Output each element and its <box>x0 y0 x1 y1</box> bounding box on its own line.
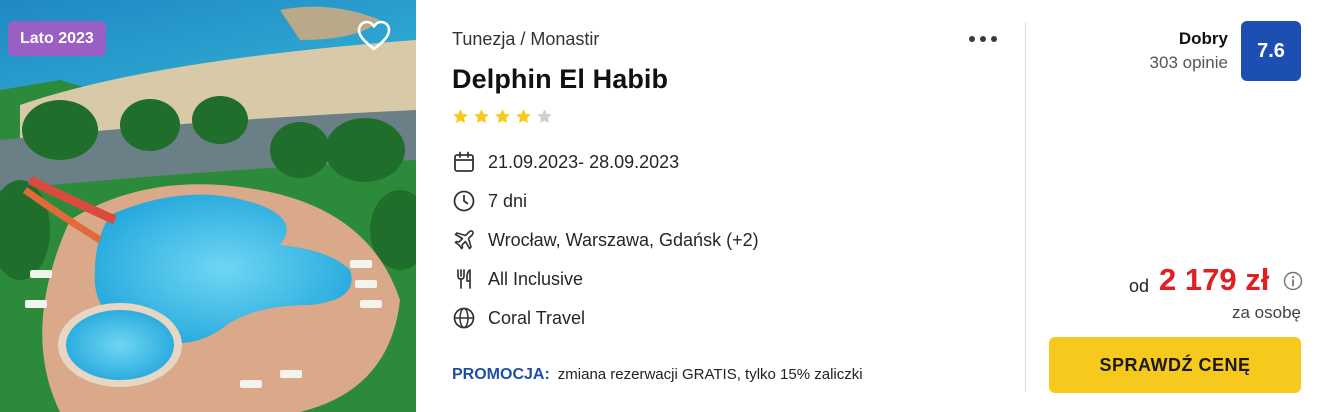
plane-icon <box>454 230 474 250</box>
operator-text: Coral Travel <box>488 307 586 328</box>
board-text: All Inclusive <box>488 268 584 289</box>
star-filled-icon <box>453 109 468 124</box>
price-info-button[interactable] <box>1283 271 1303 291</box>
heart-icon <box>357 20 391 51</box>
hotel-photo-image <box>0 0 416 412</box>
price-prefix: od <box>1129 276 1150 296</box>
globe-icon <box>453 307 475 329</box>
hotel-name[interactable]: Delphin El Habib <box>452 64 668 95</box>
star-rating <box>452 108 553 125</box>
promo-line: PROMOCJA: zmiana rezerwacji GRATIS, tylko… <box>452 366 863 384</box>
more-options-button[interactable] <box>966 32 1000 46</box>
star-empty-icon <box>537 109 552 124</box>
info-icon <box>1283 271 1303 291</box>
info-dates: 21.09.2023- 28.09.2023 <box>452 148 679 176</box>
price-per-person: za osobę <box>1232 303 1301 322</box>
location-breadcrumb: Tunezja / Monastir <box>452 29 600 49</box>
star-filled-icon <box>474 109 489 124</box>
length-text: 7 dni <box>488 190 528 211</box>
offer-card[interactable]: Lato 2023 Tunezja / Monastir Delphin El … <box>0 0 1320 412</box>
favorite-button[interactable] <box>356 19 392 53</box>
clock-icon <box>453 190 475 212</box>
star-filled-icon <box>516 109 531 124</box>
calendar-icon <box>454 151 474 172</box>
cutlery-icon <box>457 269 471 289</box>
score-badge: 7.6 <box>1241 21 1301 81</box>
info-departures: Wrocław, Warszawa, Gdańsk (+2) <box>452 226 759 254</box>
column-divider <box>1025 22 1026 392</box>
promo-label: PROMOCJA: <box>452 366 550 383</box>
dates-text: 21.09.2023- 28.09.2023 <box>488 151 680 172</box>
more-dots-icon <box>969 36 997 42</box>
reviews-count[interactable]: 303 opinie <box>1150 53 1228 73</box>
info-board: All Inclusive <box>452 265 583 293</box>
check-price-button[interactable]: SPRAWDŹ CENĘ <box>1049 337 1301 393</box>
rating-label: Dobry <box>1178 29 1228 48</box>
info-operator: Coral Travel <box>452 304 585 332</box>
info-length: 7 dni <box>452 187 527 215</box>
price-value: 2 179 zł <box>1159 262 1270 297</box>
hotel-photo[interactable]: Lato 2023 <box>0 0 416 412</box>
star-filled-icon <box>495 109 510 124</box>
promo-text: zmiana rezerwacji GRATIS, tylko 15% zali… <box>557 366 863 383</box>
season-badge: Lato 2023 <box>8 21 106 56</box>
departures-text: Wrocław, Warszawa, Gdańsk (+2) <box>488 229 759 250</box>
